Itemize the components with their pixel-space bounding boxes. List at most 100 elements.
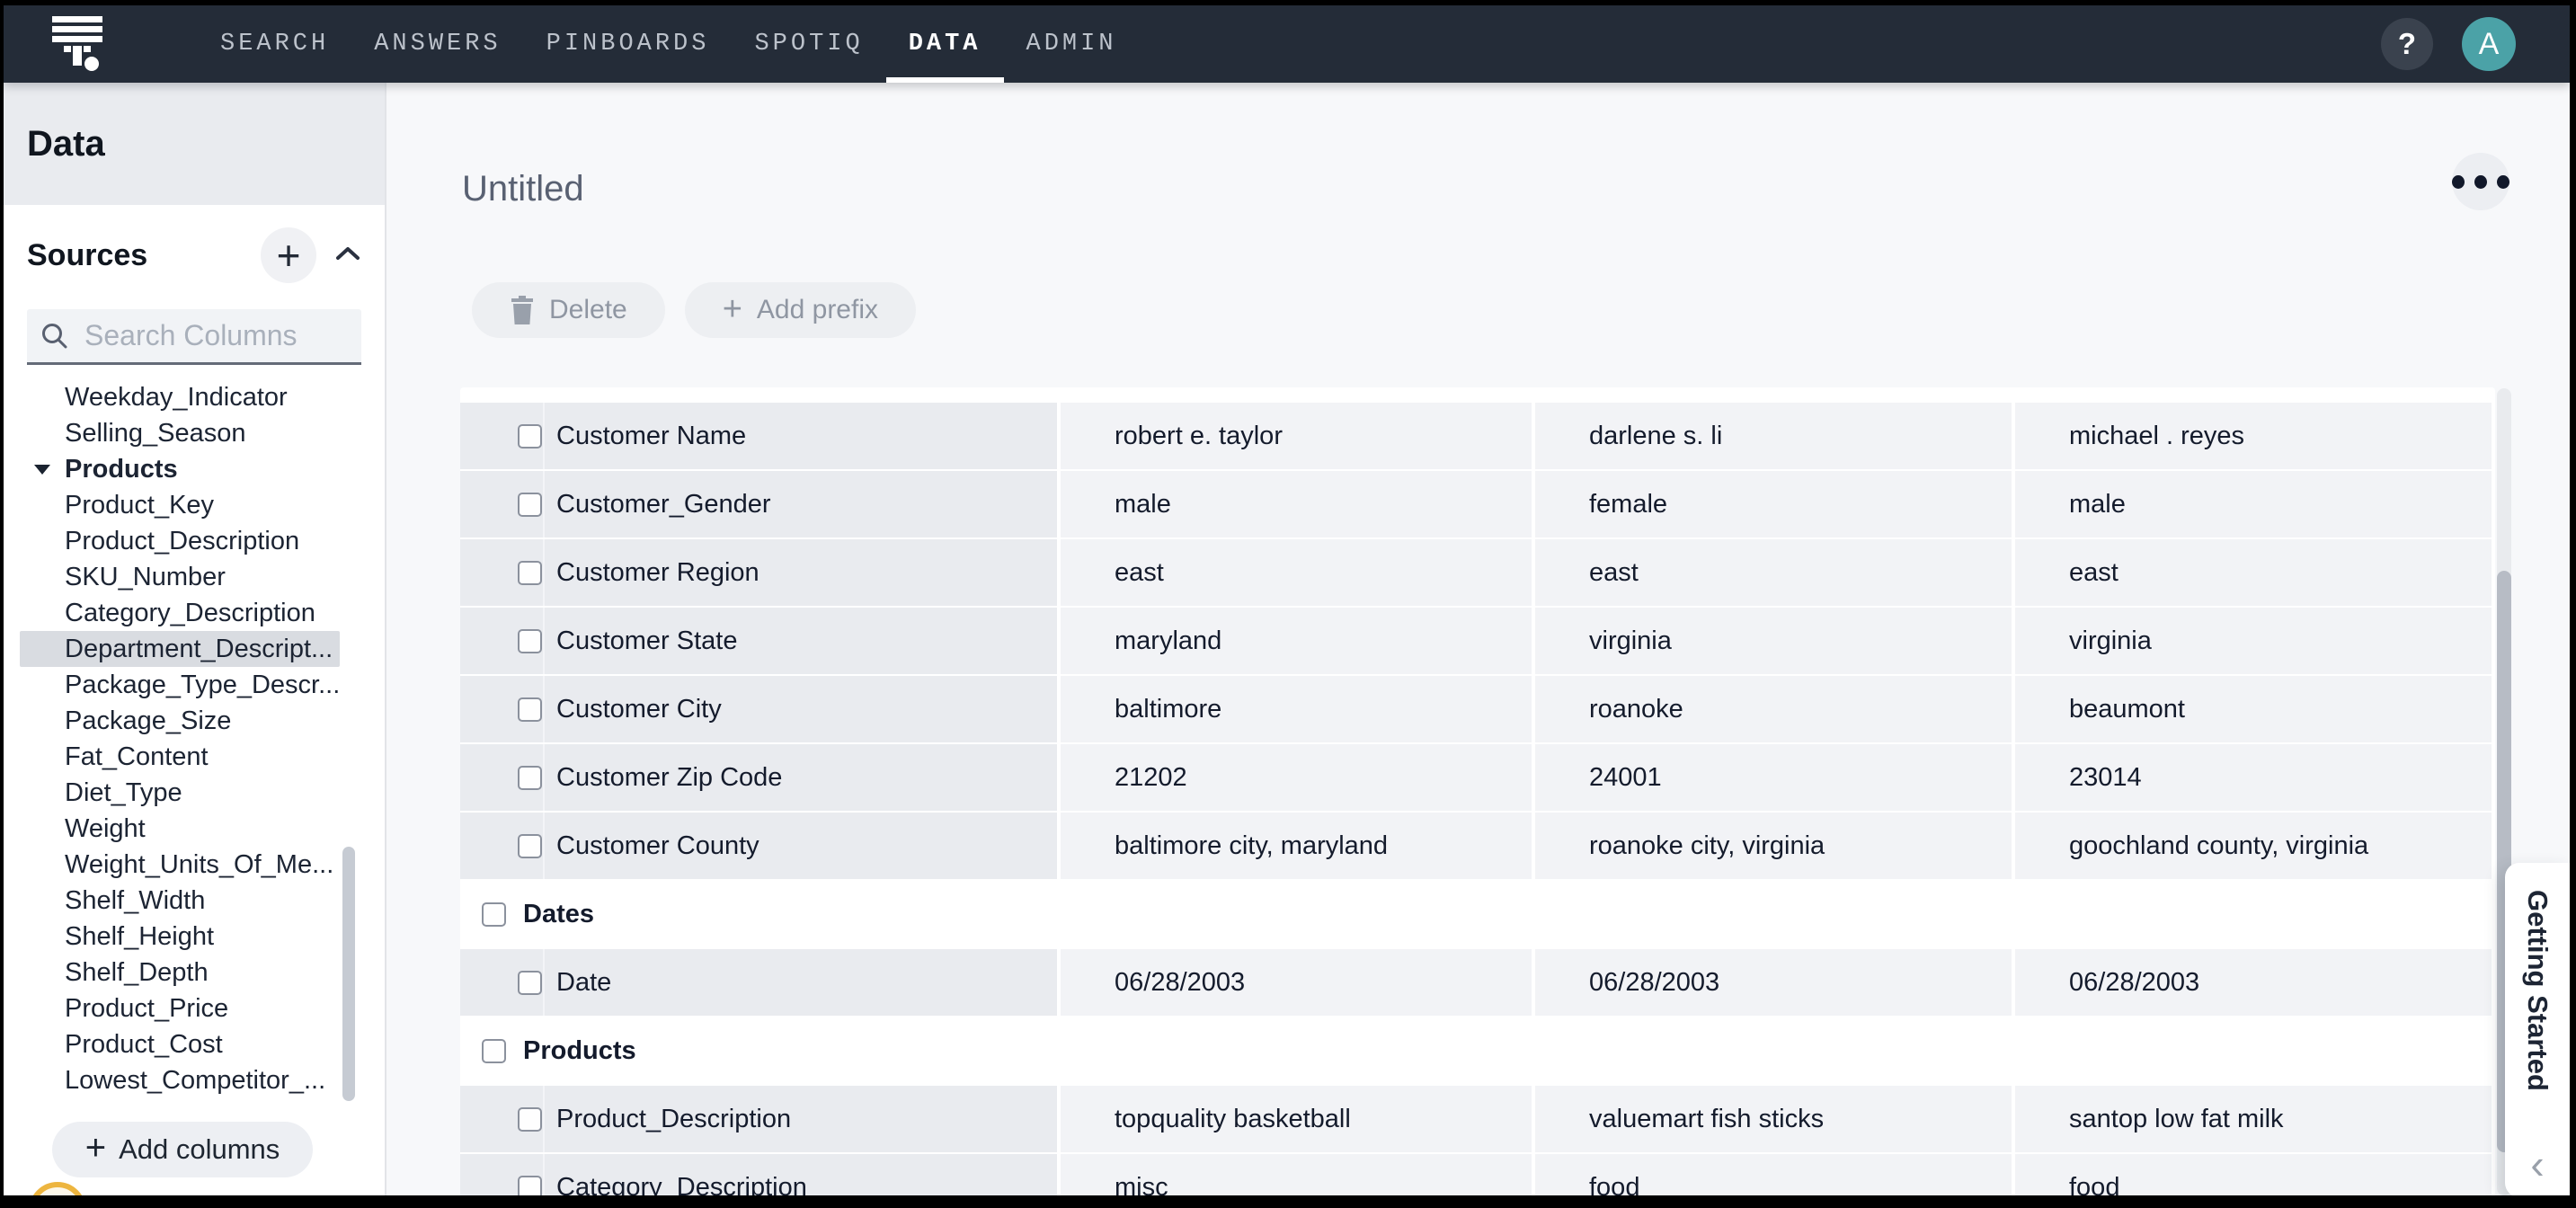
sidebar-item-shelf-height[interactable]: Shelf_Height <box>20 919 340 955</box>
nav-items: SEARCH ANSWERS PINBOARDS SPOTIQ DATA ADMIN <box>198 5 1140 83</box>
value-cell: baltimore <box>1061 676 1532 742</box>
getting-started-label: Getting Started <box>2522 890 2554 1091</box>
table-row-customer-region: Customer Region east east east <box>460 539 2495 606</box>
row-checkbox[interactable] <box>482 902 506 927</box>
sidebar-item-fat-content[interactable]: Fat_Content <box>20 739 340 775</box>
row-checkbox[interactable] <box>518 628 542 653</box>
sidebar-item-label: Diet_Type <box>65 777 182 807</box>
section-label: Dates <box>523 899 594 928</box>
sidebar-item-weight-units-of-me[interactable]: Weight_Units_Of_Me... <box>20 847 340 883</box>
more-options-button[interactable] <box>2452 153 2509 210</box>
value-cell: 06/28/2003 <box>1061 949 1532 1016</box>
value-cell: roanoke <box>1535 676 2012 742</box>
sidebar-item-category-description[interactable]: Category_Description <box>20 595 340 631</box>
label-cell: Customer Region <box>460 539 1057 606</box>
row-checkbox[interactable] <box>518 492 542 517</box>
add-prefix-button[interactable]: + Add prefix <box>684 282 916 338</box>
sidebar-item-product-key[interactable]: Product_Key <box>20 487 340 523</box>
value-cell: east <box>1535 539 2012 606</box>
search-box <box>27 309 361 365</box>
avatar[interactable]: A <box>2462 17 2516 71</box>
sidebar-item-label: Product_Cost <box>65 1029 223 1059</box>
table-row-product-description: Product_Description topquality basketball… <box>460 1086 2495 1152</box>
sidebar-item-label: Fat_Content <box>65 742 209 771</box>
sidebar-item-department-descript[interactable]: Department_Descript... <box>20 631 340 667</box>
value-cell: food <box>2015 1154 2492 1195</box>
value-cell: 24001 <box>1535 744 2012 811</box>
value-cell: michael . reyes <box>2015 403 2492 469</box>
nav-right: ? A <box>2381 5 2516 83</box>
dot-icon <box>2452 174 2465 189</box>
sidebar-item-label: Selling_Season <box>65 418 246 448</box>
sidebar-item-sku-number[interactable]: SKU_Number <box>20 559 340 595</box>
thoughtspot-logo-icon[interactable] <box>52 16 102 72</box>
value-cell: 06/28/2003 <box>1535 949 2012 1016</box>
row-checkbox[interactable] <box>518 765 542 790</box>
row-checkbox[interactable] <box>518 1106 542 1132</box>
collapse-sources-button[interactable] <box>334 244 361 267</box>
row-checkbox[interactable] <box>518 970 542 995</box>
sidebar-header: Data <box>4 83 385 205</box>
value-cell: goochland county, virginia <box>2015 813 2492 879</box>
dot-icon <box>2474 174 2487 189</box>
help-button[interactable]: ? <box>2381 18 2433 70</box>
worksheet-title[interactable]: Untitled <box>462 169 584 209</box>
sidebar-item-weekday-indicator[interactable]: Weekday_Indicator <box>20 379 340 415</box>
page-title-data: Data <box>27 123 105 164</box>
sidebar-item-lowest-competitor[interactable]: Lowest_Competitor_... <box>20 1062 340 1098</box>
value-cell: beaumont <box>2015 676 2492 742</box>
getting-started-tab[interactable]: Getting Started ‹ <box>2505 863 2570 1195</box>
floating-add-button[interactable]: + <box>29 1182 86 1195</box>
sidebar-item-selling-season[interactable]: Selling_Season <box>20 415 340 451</box>
row-checkbox[interactable] <box>518 1175 542 1195</box>
delete-label: Delete <box>549 295 627 324</box>
nav-item-answers[interactable]: ANSWERS <box>351 5 523 83</box>
sidebar-item-shelf-width[interactable]: Shelf_Width <box>20 883 340 919</box>
value-cell: female <box>1535 471 2012 537</box>
row-checkbox[interactable] <box>518 697 542 722</box>
value-cell: male <box>2015 471 2492 537</box>
value-cell: 06/28/2003 <box>2015 949 2492 1016</box>
value-cell: baltimore city, maryland <box>1061 813 1532 879</box>
sidebar-item-label: Product_Price <box>65 993 229 1023</box>
add-source-button[interactable]: + <box>261 227 316 283</box>
nav-item-search[interactable]: SEARCH <box>198 5 351 83</box>
plus-icon: + <box>722 289 742 328</box>
add-columns-label: Add columns <box>119 1133 280 1165</box>
search-icon <box>40 321 70 351</box>
label-cell: Customer City <box>460 676 1057 742</box>
sidebar-item-product-description[interactable]: Product_Description <box>20 523 340 559</box>
nav-item-pinboards[interactable]: PINBOARDS <box>524 5 733 83</box>
column-label: Customer Name <box>556 421 747 450</box>
row-checkbox[interactable] <box>518 560 542 585</box>
column-label: Customer City <box>556 694 722 724</box>
value-cell: topquality basketball <box>1061 1086 1532 1152</box>
add-columns-button[interactable]: + Add columns <box>52 1122 313 1177</box>
sidebar-item-weight[interactable]: Weight <box>20 811 340 847</box>
sidebar-item-shelf-depth[interactable]: Shelf_Depth <box>20 955 340 990</box>
nav-item-admin[interactable]: ADMIN <box>1004 5 1140 83</box>
nav-item-spotiq[interactable]: SPOTIQ <box>732 5 885 83</box>
sidebar-scrollbar-thumb[interactable] <box>342 847 355 1101</box>
nav-item-data[interactable]: DATA <box>885 5 1004 83</box>
row-checkbox[interactable] <box>518 833 542 858</box>
sidebar-item-product-cost[interactable]: Product_Cost <box>20 1026 340 1062</box>
label-cell: Customer State <box>460 608 1057 674</box>
sidebar-item-products[interactable]: Products <box>20 451 340 487</box>
sidebar-item-package-size[interactable]: Package_Size <box>20 703 340 739</box>
sidebar-item-package-type-descr[interactable]: Package_Type_Descr... <box>20 667 340 703</box>
sidebar: Data Sources + Weekday_Indicator Selling_… <box>4 83 386 1195</box>
label-cell: Date <box>460 949 1057 1016</box>
sidebar-item-label: Shelf_Width <box>65 885 206 915</box>
sidebar-item-diet-type[interactable]: Diet_Type <box>20 775 340 811</box>
search-columns-input[interactable] <box>83 318 349 353</box>
caret-down-icon[interactable] <box>34 465 50 475</box>
delete-button[interactable]: Delete <box>472 282 665 338</box>
column-label: Date <box>556 967 612 997</box>
row-checkbox[interactable] <box>482 1038 506 1063</box>
sidebar-item-product-price[interactable]: Product_Price <box>20 990 340 1026</box>
dot-icon <box>2497 174 2509 189</box>
label-cell: Customer Zip Code <box>460 744 1057 811</box>
sidebar-item-label: Weight <box>65 813 146 843</box>
row-checkbox[interactable] <box>518 423 542 449</box>
